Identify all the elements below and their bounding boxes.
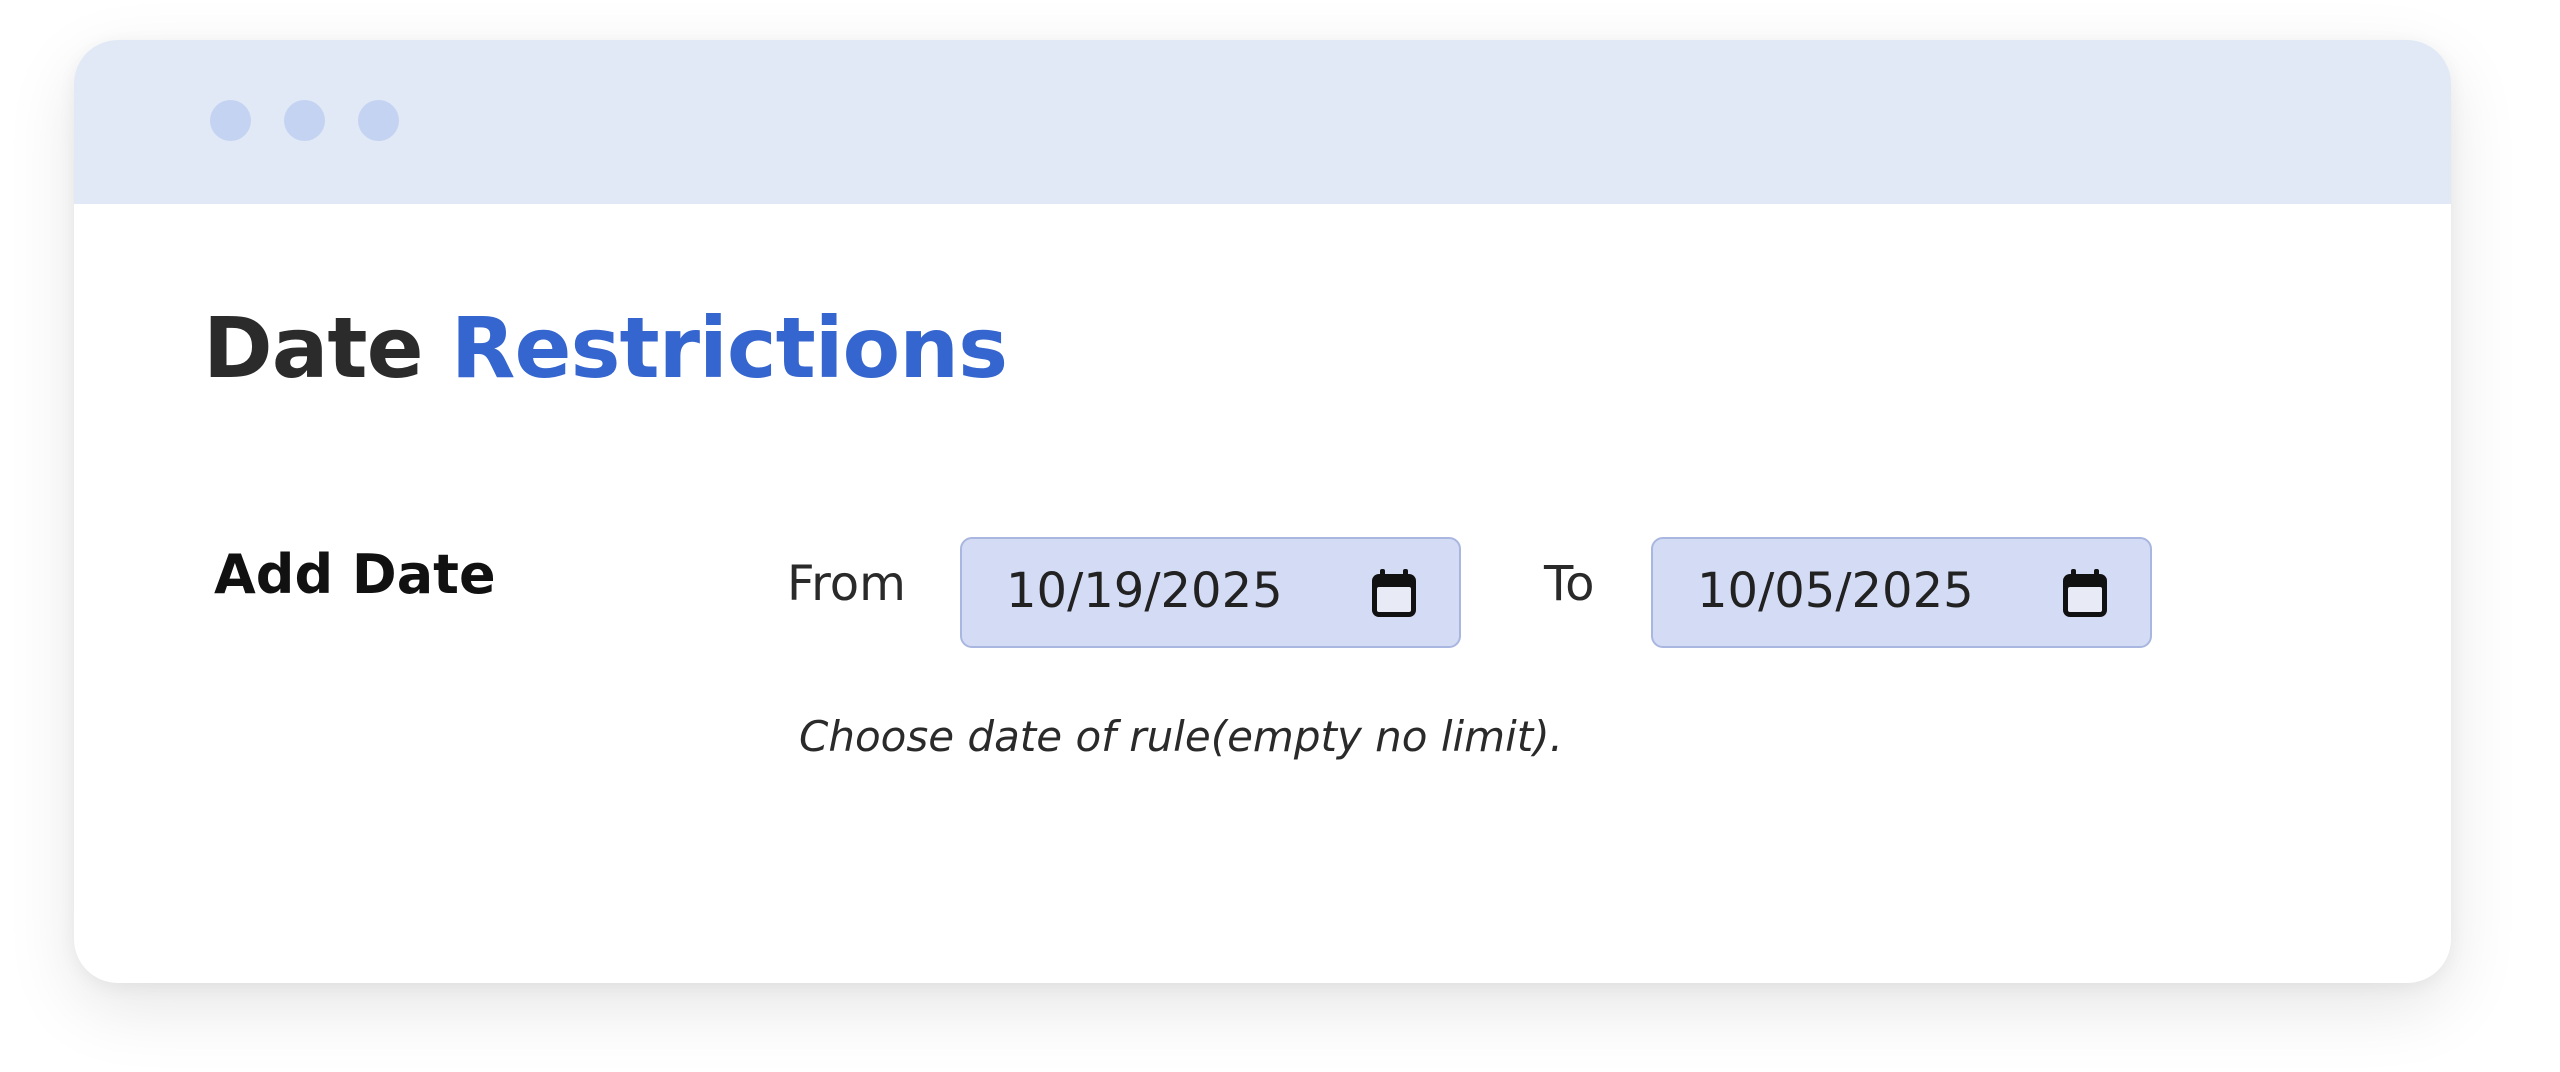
add-date-label: Add Date — [214, 543, 496, 606]
window-titlebar — [74, 40, 2451, 204]
window-control-dot[interactable] — [210, 100, 251, 141]
from-date-value: 10/19/2025 — [1006, 563, 1283, 619]
window-control-dot[interactable] — [358, 100, 399, 141]
app-window: Date Restrictions Add Date From 10/19/20… — [74, 40, 2451, 983]
to-date-input[interactable]: 10/05/2025 — [1651, 537, 2152, 648]
page-title-part2: Restrictions — [450, 299, 1008, 397]
calendar-icon[interactable] — [1367, 567, 1421, 623]
calendar-icon[interactable] — [2058, 567, 2112, 623]
page-title: Date Restrictions — [203, 306, 1008, 390]
window-control-dot[interactable] — [284, 100, 325, 141]
date-helper-text: Choose date of rule(empty no limit). — [799, 712, 1563, 761]
to-date-value: 10/05/2025 — [1697, 563, 1974, 619]
page-title-part1: Date — [203, 299, 424, 397]
from-date-input[interactable]: 10/19/2025 — [960, 537, 1461, 648]
to-label: To — [1544, 556, 1595, 612]
from-label: From — [787, 556, 906, 612]
